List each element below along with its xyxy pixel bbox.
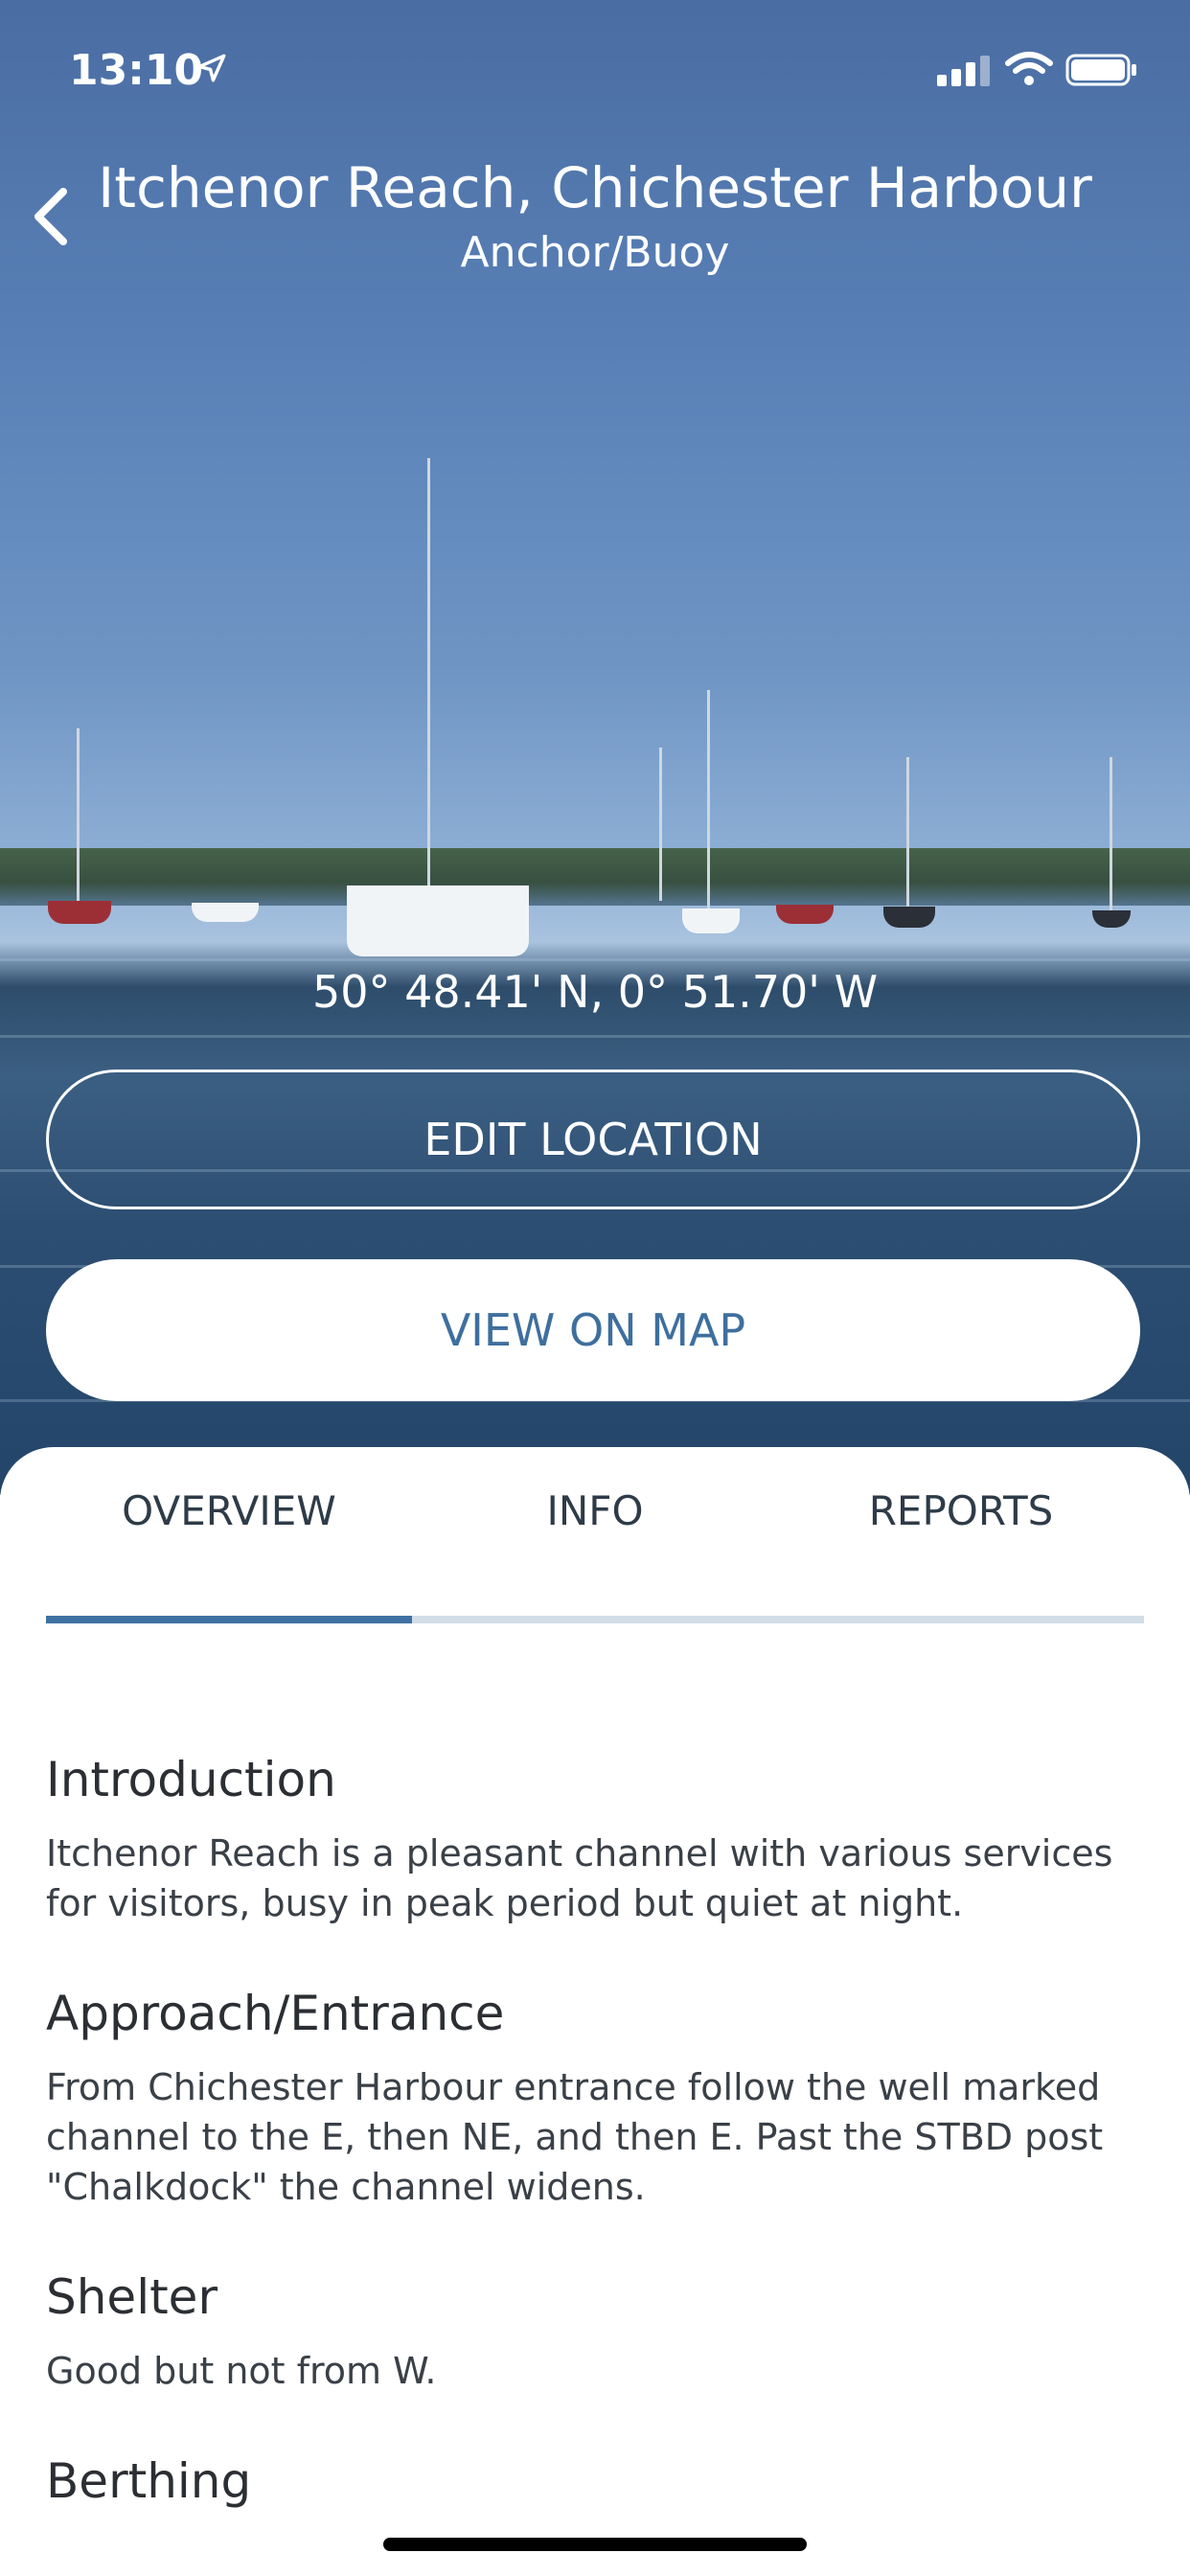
water-ripple xyxy=(0,958,1190,961)
boat-hull xyxy=(776,905,834,924)
home-indicator[interactable] xyxy=(383,2538,807,2551)
cellular-signal-icon xyxy=(937,56,990,86)
boat-mast xyxy=(1110,757,1112,910)
status-bar: 13:10 xyxy=(0,0,1190,134)
view-on-map-button[interactable]: VIEW ON MAP xyxy=(46,1259,1140,1401)
boat-hull xyxy=(1092,910,1131,928)
boat-hull xyxy=(192,903,259,922)
page-subtitle: Anchor/Buoy xyxy=(460,228,730,277)
section-body-shelter: Good but not from W. xyxy=(46,2350,437,2392)
boat-mast xyxy=(707,690,710,910)
boat-hull xyxy=(682,908,740,933)
details-sheet: OVERVIEW INFO REPORTS Introduction Itche… xyxy=(0,1447,1190,2576)
page-title: Itchenor Reach, Chichester Harbour xyxy=(98,155,1092,220)
edit-location-button[interactable]: EDIT LOCATION xyxy=(46,1070,1140,1209)
boat-hull xyxy=(883,907,935,928)
overview-content: Introduction Itchenor Reach is a pleasan… xyxy=(46,1752,1148,2530)
battery-icon xyxy=(1065,54,1136,86)
location-arrow-icon xyxy=(197,54,226,82)
tab-info[interactable]: INFO xyxy=(412,1487,778,1534)
tab-active-indicator xyxy=(46,1616,412,1623)
boat-mast xyxy=(77,728,80,901)
boat-mast xyxy=(427,458,430,889)
boat-hull xyxy=(48,901,111,924)
section-heading-berthing: Berthing xyxy=(46,2453,252,2509)
water-ripple xyxy=(0,1035,1190,1038)
section-heading-shelter: Shelter xyxy=(46,2269,218,2325)
section-heading-approach: Approach/Entrance xyxy=(46,1986,505,2041)
status-time: 13:10 xyxy=(69,46,204,95)
section-heading-introduction: Introduction xyxy=(46,1752,336,1807)
shoreline xyxy=(0,848,1190,906)
catamaran-hull xyxy=(347,886,529,956)
section-body-approach: From Chichester Harbour entrance follow … xyxy=(46,2066,1104,2208)
tab-reports[interactable]: REPORTS xyxy=(778,1487,1144,1534)
coordinates-label: 50° 48.41' N, 0° 51.70' W xyxy=(311,966,879,1018)
boat-mast xyxy=(659,748,662,901)
tab-bar: OVERVIEW INFO REPORTS xyxy=(46,1487,1144,1623)
wifi-icon xyxy=(1005,52,1053,85)
back-chevron-icon[interactable] xyxy=(25,178,77,255)
tab-overview[interactable]: OVERVIEW xyxy=(46,1487,412,1534)
boat-mast xyxy=(906,757,909,910)
section-body-introduction: Itchenor Reach is a pleasant channel wit… xyxy=(46,1832,1113,1924)
